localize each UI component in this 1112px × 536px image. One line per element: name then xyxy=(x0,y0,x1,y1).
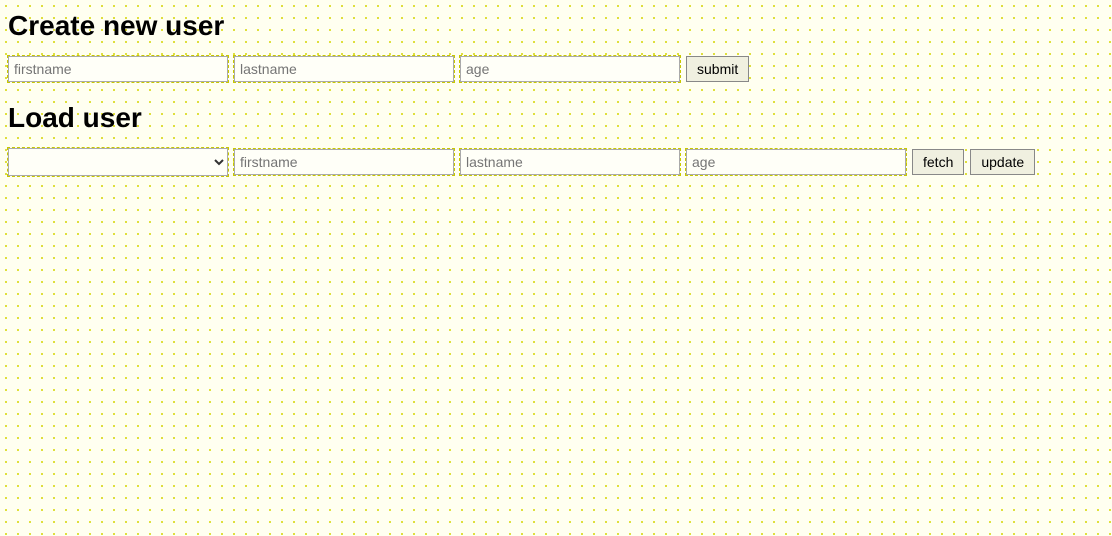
fetch-button[interactable]: fetch xyxy=(912,149,964,175)
create-user-form: submit xyxy=(8,56,1104,82)
load-user-title: Load user xyxy=(8,102,1104,134)
load-firstname-input[interactable] xyxy=(234,149,454,175)
load-lastname-input[interactable] xyxy=(460,149,680,175)
create-firstname-input[interactable] xyxy=(8,56,228,82)
load-user-section: Load user fetch update xyxy=(8,102,1104,176)
load-age-input[interactable] xyxy=(686,149,906,175)
load-user-select[interactable] xyxy=(8,148,228,176)
create-age-input[interactable] xyxy=(460,56,680,82)
load-user-form: fetch update xyxy=(8,148,1104,176)
create-user-title: Create new user xyxy=(8,10,1104,42)
create-user-section: Create new user submit xyxy=(8,10,1104,82)
submit-button[interactable]: submit xyxy=(686,56,749,82)
create-lastname-input[interactable] xyxy=(234,56,454,82)
update-button[interactable]: update xyxy=(970,149,1035,175)
